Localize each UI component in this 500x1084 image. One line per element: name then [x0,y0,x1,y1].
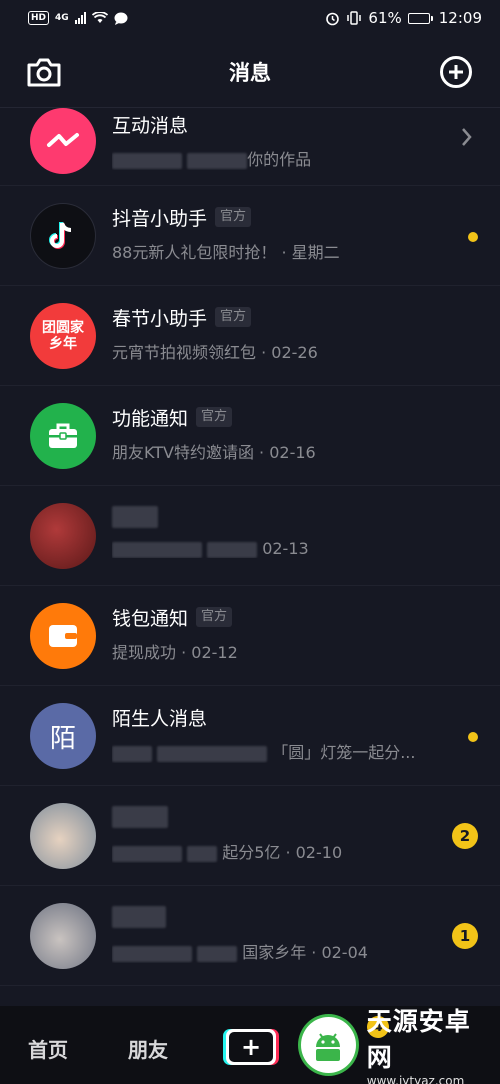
watermark-title: 天源安卓网 [366,1007,471,1072]
message-list[interactable]: 互动消息 你的作品 抖音小助手 官方 88元新人礼包限时抢！ · 星期二 团圆家乡… [0,108,500,1006]
tiktok-icon [49,222,72,249]
signal-icon [74,12,86,24]
message-text: 功能通知 官方 朋友KTV特约邀请函 · 02-16 [112,401,430,463]
interaction-icon [47,133,79,147]
create-button[interactable]: + [223,1029,279,1065]
alarm-icon [326,12,340,25]
spring-festival-icon: 团圆家乡年 [42,320,84,352]
message-title: 春节小助手 [112,307,208,330]
avatar [30,403,96,469]
avatar [30,108,96,174]
unread-dot [468,732,478,742]
avatar [30,903,96,969]
android-icon [316,1033,341,1061]
message-subtitle: 你的作品 [112,146,430,170]
list-item[interactable]: 钱包通知 官方 提现成功 · 02-12 [0,586,500,686]
page-title: 消息 [229,60,271,85]
list-item[interactable]: 02-13 [0,486,500,586]
tab-friends[interactable]: 朋友 [128,1034,168,1063]
list-item[interactable]: 团圆家乡年 春节小助手 官方 元宵节拍视频领红包 · 02-26 [0,286,500,386]
stranger-icon: 陌 [49,723,76,754]
message-title: 抖音小助手 [112,207,208,230]
hd-badge: HD [28,11,50,25]
official-badge: 官方 [196,607,233,627]
blurred-name [112,506,158,528]
page-header: 消息 [0,36,500,108]
message-text: 国家乡年 · 02-04 [112,901,430,963]
message-text: 互动消息 你的作品 [112,108,430,170]
battery-icon [407,12,433,24]
watermark-logo [298,1014,359,1076]
chat-bubble-icon [114,12,128,25]
status-right: 61% 12:09 [325,9,482,27]
message-text: 起分5亿 · 02-10 [112,801,430,863]
message-subtitle: 起分5亿 · 02-10 [112,839,430,863]
status-bar: HD 4G 61% 12:09 [0,0,500,36]
list-item[interactable]: 陌 陌生人消息 「圆」灯笼一起分... [0,686,500,786]
avatar [30,203,96,269]
camera-button[interactable] [26,54,62,90]
message-subtitle: 朋友KTV特约邀请函 · 02-16 [112,443,316,462]
avatar: 陌 [30,703,96,769]
clock: 12:09 [438,9,482,27]
message-text: 02-13 [112,501,430,558]
list-item[interactable]: 起分5亿 · 02-10 2 [0,786,500,886]
list-item[interactable]: 抖音小助手 官方 88元新人礼包限时抢！ · 星期二 [0,186,500,286]
camera-icon [27,58,61,87]
list-item[interactable]: 国家乡年 · 02-04 1 [0,886,500,986]
chevron-right-icon [462,128,472,146]
watermark-url: www.jytyaz.com [366,1074,465,1084]
watermark-text: 天源安卓网 www.jytyaz.com [367,1002,494,1084]
message-title: 钱包通知 [112,607,189,630]
network-type: 4G [55,13,69,23]
message-title: 互动消息 [112,114,189,137]
add-button[interactable] [438,54,474,90]
status-left: HD 4G [28,11,128,25]
message-subtitle: 88元新人礼包限时抢！ · 星期二 [112,243,340,262]
message-subtitle: 提现成功 · 02-12 [112,643,238,662]
avatar: 团圆家乡年 [30,303,96,369]
toolbox-icon [49,423,77,448]
message-text: 陌生人消息 「圆」灯笼一起分... [112,701,430,763]
wallet-icon [49,625,77,647]
battery-percent: 61% [368,9,402,27]
message-text: 钱包通知 官方 提现成功 · 02-12 [112,601,430,663]
message-subtitle: 02-13 [112,539,430,558]
blurred-name [112,906,166,928]
watermark: 天源安卓网 www.jytyaz.com [298,1007,494,1084]
vibrate-icon [347,11,362,25]
official-badge: 官方 [196,407,233,427]
list-item[interactable]: 功能通知 官方 朋友KTV特约邀请函 · 02-16 [0,386,500,486]
message-subtitle: 「圆」灯笼一起分... [112,739,430,763]
unread-count: 1 [452,923,478,949]
avatar [30,503,96,569]
message-text: 春节小助手 官方 元宵节拍视频领红包 · 02-26 [112,301,430,363]
wifi-icon [91,12,108,23]
message-title: 功能通知 [112,407,189,430]
official-badge: 官方 [215,207,252,227]
plus-circle-icon [440,56,472,88]
tab-home[interactable]: 首页 [28,1034,68,1063]
blurred-name [112,806,168,828]
message-subtitle: 国家乡年 · 02-04 [112,939,430,963]
message-title: 陌生人消息 [112,707,208,730]
unread-dot [468,232,478,242]
message-text: 抖音小助手 官方 88元新人礼包限时抢！ · 星期二 [112,201,430,263]
avatar [30,603,96,669]
official-badge: 官方 [215,307,252,327]
message-subtitle: 元宵节拍视频领红包 · 02-26 [112,343,318,362]
list-item[interactable]: 互动消息 你的作品 [0,108,500,186]
unread-count: 2 [452,823,478,849]
plus-icon: + [229,1032,273,1062]
avatar [30,803,96,869]
